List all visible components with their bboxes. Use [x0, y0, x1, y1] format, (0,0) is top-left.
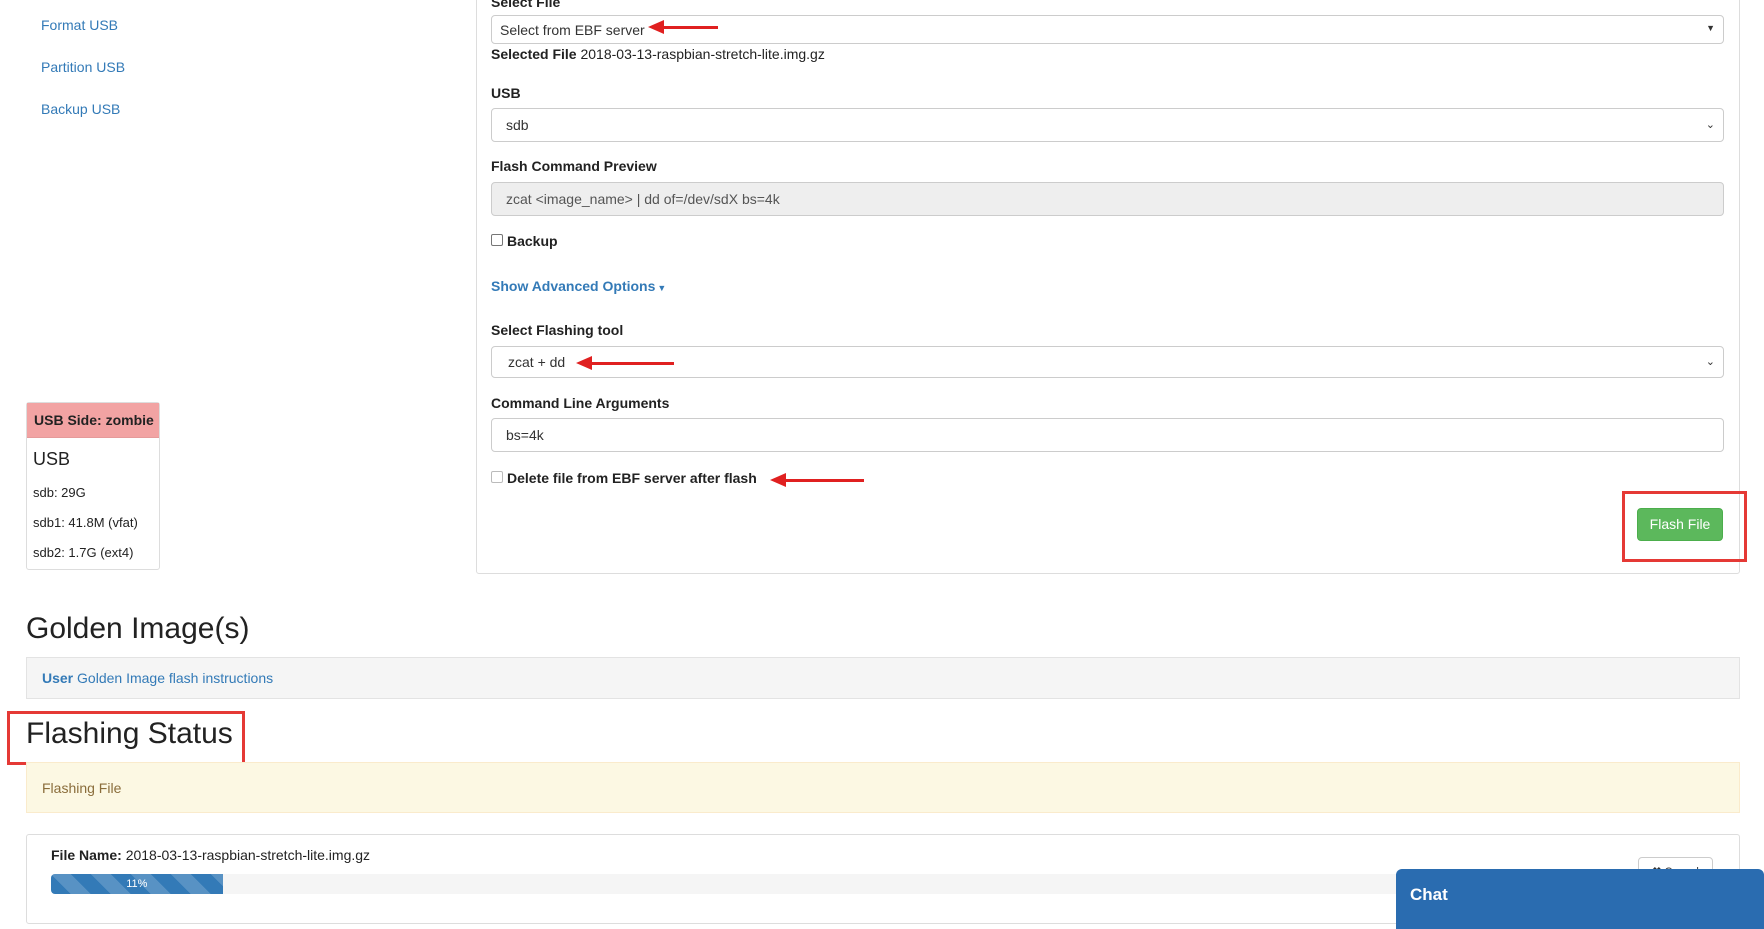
flashing-status-heading: Flashing Status — [26, 717, 233, 750]
file-name-line: File Name: 2018-03-13-raspbian-stretch-l… — [51, 847, 370, 863]
usb-side-panel: USB Side: zombie USB sdb: 29G sdb1: 41.8… — [26, 402, 160, 570]
select-file-dropdown[interactable]: Select from EBF server ▼ — [491, 15, 1724, 44]
flash-progress-fill: 11% — [51, 874, 223, 894]
flash-progress-bar: 11% — [51, 874, 1611, 894]
selected-file-line: Selected File 2018-03-13-raspbian-stretc… — [491, 46, 825, 62]
chat-title: Chat — [1410, 885, 1448, 904]
flashing-status-alert: Flashing File — [26, 762, 1740, 813]
command-line-arguments-value: bs=4k — [506, 427, 544, 443]
flash-command-preview-value: zcat <image_name> | dd of=/dev/sdX bs=4k — [506, 191, 780, 207]
show-advanced-options-text: Show Advanced Options — [491, 278, 656, 294]
annotation-arrow-delete-file — [770, 473, 864, 487]
usb-device-line: sdb: 29G — [33, 485, 86, 500]
flash-command-preview-field: zcat <image_name> | dd of=/dev/sdX bs=4k — [491, 182, 1724, 216]
golden-image-instructions-link[interactable]: Golden Image flash instructions — [77, 670, 273, 686]
golden-user-label: User — [42, 670, 74, 686]
selected-file-value: 2018-03-13-raspbian-stretch-lite.img.gz — [580, 46, 825, 62]
golden-images-heading: Golden Image(s) — [26, 612, 250, 645]
chevron-down-icon: ▼ — [1706, 23, 1715, 33]
usb-device-line: sdb2: 1.7G (ext4) — [33, 545, 134, 560]
sidebar-link-partition-usb[interactable]: Partition USB — [41, 59, 125, 75]
delete-after-flash-label: Delete file from EBF server after flash — [507, 470, 757, 486]
caret-down-icon: ▼ — [657, 283, 667, 293]
usb-side-header: USB Side: zombie — [27, 403, 159, 438]
select-file-label: Select File — [491, 0, 561, 10]
usb-device-line: sdb1: 41.8M (vfat) — [33, 515, 138, 530]
annotation-box-flash-button — [1622, 491, 1747, 562]
sidebar-link-backup-usb[interactable]: Backup USB — [41, 101, 120, 117]
backup-label: Backup — [507, 233, 558, 249]
chat-widget[interactable]: Chat — [1396, 869, 1764, 929]
sidebar-link-format-usb[interactable]: Format USB — [41, 17, 118, 33]
flashing-tool-value: zcat + dd — [508, 354, 566, 370]
annotation-arrow-flashing-tool — [576, 356, 674, 370]
command-line-arguments-input[interactable]: bs=4k — [491, 418, 1724, 452]
show-advanced-options-link[interactable]: Show Advanced Options ▼ — [491, 278, 666, 294]
usb-label: USB — [491, 85, 521, 101]
flash-command-preview-label: Flash Command Preview — [491, 158, 657, 174]
file-name-value: 2018-03-13-raspbian-stretch-lite.img.gz — [125, 847, 371, 863]
chevron-down-icon: ⌄ — [1705, 356, 1715, 368]
command-line-arguments-label: Command Line Arguments — [491, 395, 670, 411]
file-name-label: File Name: — [51, 847, 122, 863]
usb-select[interactable]: sdb ⌄ — [491, 108, 1724, 142]
flashing-tool-select[interactable]: zcat + dd ⌄ — [491, 346, 1724, 378]
golden-image-line: User Golden Image flash instructions — [42, 670, 273, 686]
backup-checkbox[interactable] — [491, 234, 503, 246]
golden-image-well: User Golden Image flash instructions — [26, 657, 1740, 699]
usb-select-value: sdb — [506, 117, 529, 133]
select-flashing-tool-label: Select Flashing tool — [491, 322, 624, 338]
chevron-down-icon: ⌄ — [1705, 119, 1715, 131]
flashing-status-text: Flashing File — [42, 780, 122, 796]
selected-file-label: Selected File — [491, 46, 577, 62]
select-file-value: Select from EBF server — [500, 22, 645, 38]
annotation-arrow-select-file — [648, 20, 718, 34]
usb-title: USB — [33, 449, 71, 469]
delete-after-flash-checkbox[interactable] — [491, 471, 503, 483]
